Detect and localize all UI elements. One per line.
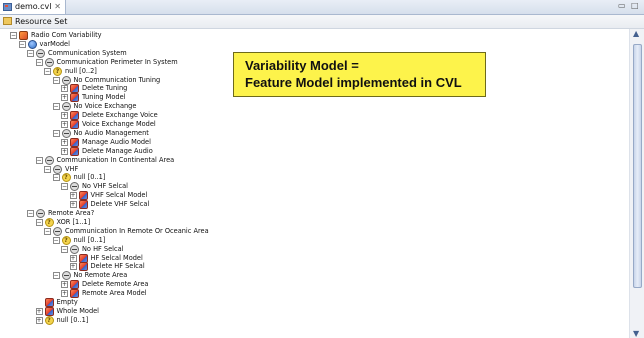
expand-toggle-icon[interactable]: +: [61, 138, 68, 146]
feature-icon: [36, 209, 45, 218]
tab-demo-cvl[interactable]: demo.cvl ✕: [0, 0, 66, 14]
collapse-toggle-icon[interactable]: −: [61, 245, 68, 253]
choice-null-icon: ?: [61, 173, 71, 183]
tree-node-label: Delete VHF Selcal: [90, 200, 150, 209]
feature-icon: [53, 164, 62, 174]
model-fragment-icon: [44, 306, 54, 316]
scroll-thumb[interactable]: [633, 44, 642, 288]
collapse-toggle-icon[interactable]: −: [44, 165, 51, 173]
variability-model-icon: [27, 39, 37, 49]
collapse-toggle-icon[interactable]: −: [44, 227, 51, 235]
expand-toggle-icon[interactable]: +: [61, 121, 68, 128]
tab-label: demo.cvl: [15, 2, 52, 11]
close-icon[interactable]: ✕: [54, 0, 61, 14]
choice-null-icon: ?: [61, 235, 71, 245]
expand-toggle-icon[interactable]: +: [69, 254, 77, 262]
feature-icon: [36, 48, 45, 58]
collapse-toggle-icon[interactable]: −: [61, 183, 68, 191]
model-fragment-icon: [78, 191, 88, 201]
feature-icon: [70, 182, 79, 192]
model-fragment-icon: [70, 280, 79, 290]
model-fragment-icon: [70, 137, 79, 147]
feature-icon: [44, 57, 54, 67]
resource-set-label: Resource Set: [15, 17, 68, 26]
collapse-toggle-icon[interactable]: −: [10, 32, 17, 39]
collapse-toggle-icon[interactable]: −: [52, 103, 60, 111]
resource-set-row[interactable]: Resource Set: [0, 15, 644, 29]
choice-null-icon: ?: [44, 217, 54, 227]
expand-toggle-icon[interactable]: +: [61, 94, 68, 102]
choice-null-icon: ?: [53, 66, 62, 76]
collapse-toggle-icon[interactable]: −: [27, 210, 34, 217]
expand-toggle-icon[interactable]: +: [69, 192, 77, 200]
expand-toggle-icon[interactable]: +: [61, 112, 68, 120]
model-fragment-icon: [78, 253, 88, 263]
collapse-toggle-icon[interactable]: −: [52, 272, 60, 280]
collapse-toggle-icon[interactable]: −: [44, 67, 51, 75]
feature-icon: [61, 128, 71, 138]
scroll-up-icon[interactable]: ▲: [633, 29, 639, 38]
callout-line-2: Feature Model implemented in CVL: [245, 75, 462, 90]
expand-toggle-icon[interactable]: +: [61, 281, 68, 289]
feature-icon: [61, 75, 71, 85]
expand-toggle-icon[interactable]: +: [61, 85, 68, 93]
callout-line-1: Variability Model =: [245, 58, 359, 73]
collapse-toggle-icon[interactable]: −: [27, 49, 34, 57]
scroll-down-icon[interactable]: ▼: [633, 329, 639, 338]
model-fragment-icon: [70, 111, 79, 121]
minimize-icon[interactable]: ▭: [618, 1, 626, 10]
maximize-icon[interactable]: □: [631, 1, 639, 10]
collapse-toggle-icon[interactable]: −: [35, 58, 43, 66]
resource-set-icon: [3, 17, 12, 25]
expand-toggle-icon[interactable]: +: [35, 307, 43, 315]
vertical-scrollbar[interactable]: ▲ ▼: [629, 29, 644, 338]
model-fragment-icon: [70, 84, 79, 94]
choice-null-icon: ?: [44, 315, 54, 325]
expand-toggle-icon[interactable]: +: [35, 316, 43, 324]
cvl-file-icon: [3, 3, 12, 11]
editor-tab-bar: demo.cvl ✕ ▭ □: [0, 0, 644, 15]
feature-icon: [70, 244, 79, 254]
collapse-toggle-icon[interactable]: −: [52, 129, 60, 137]
collapse-toggle-icon[interactable]: −: [52, 76, 60, 84]
collapse-toggle-icon[interactable]: −: [52, 174, 60, 182]
feature-icon: [53, 226, 62, 236]
package-icon: [19, 31, 28, 40]
tree-node-label: null [0..1]: [56, 315, 89, 324]
tree-node-label: Remote Area Model: [82, 289, 147, 298]
feature-icon: [61, 102, 71, 112]
feature-icon: [44, 155, 54, 165]
model-fragment-icon: [44, 298, 54, 307]
feature-icon: [61, 271, 71, 281]
annotation-callout: Variability Model = Feature Model implem…: [233, 52, 486, 97]
collapse-toggle-icon[interactable]: −: [52, 236, 60, 244]
collapse-toggle-icon[interactable]: −: [35, 156, 43, 164]
collapse-toggle-icon[interactable]: −: [35, 218, 43, 226]
collapse-toggle-icon[interactable]: −: [18, 40, 26, 48]
